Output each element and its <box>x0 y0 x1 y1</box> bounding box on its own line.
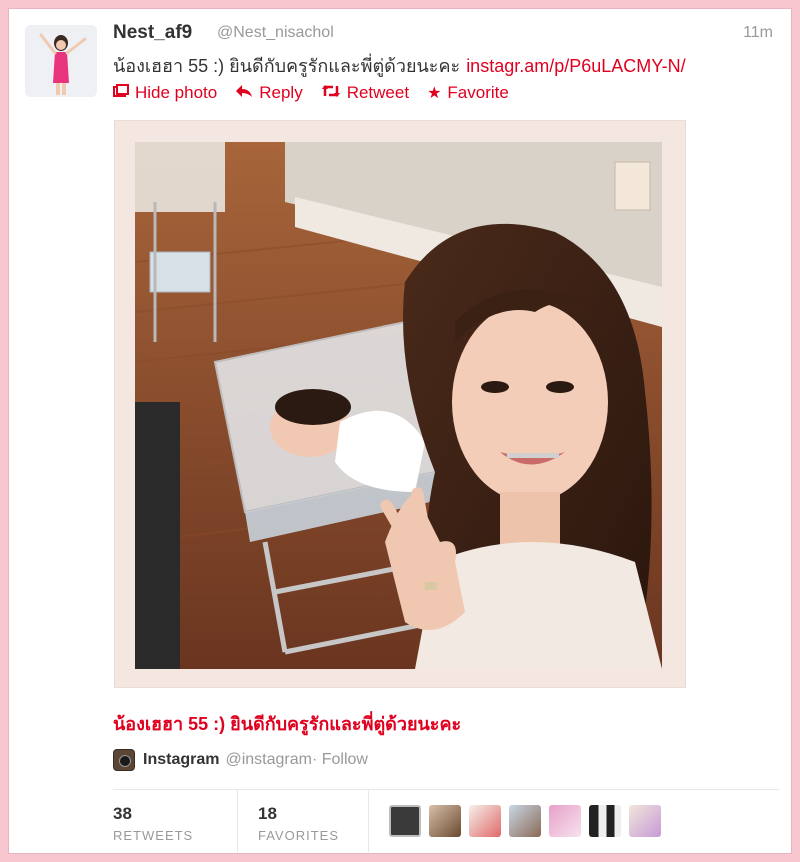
reply-arrow-icon <box>235 84 253 103</box>
reply-label: Reply <box>259 83 303 102</box>
favoriter-avatar[interactable] <box>509 805 541 837</box>
tweet-photo[interactable] <box>135 142 662 669</box>
favorites-count: 18 <box>258 804 277 823</box>
timestamp[interactable]: 11m <box>743 24 773 42</box>
tweet-stats: 38 RETWEETS 18 FAVORITES <box>113 789 779 852</box>
tweet-actions: Hide photo Reply Retweet ★ Favorite <box>113 83 527 103</box>
favoriter-avatar[interactable] <box>429 805 461 837</box>
instagram-icon <box>113 749 135 771</box>
user-handle[interactable]: @Nest_nisachol <box>217 24 334 42</box>
photo-frame <box>114 120 686 688</box>
retweet-icon <box>321 84 341 103</box>
favorites-label: FAVORITES <box>258 828 339 843</box>
media-attribution: Instagram @instagram · Follow <box>113 749 368 771</box>
favoriter-avatar[interactable] <box>549 805 581 837</box>
tweet-body: น้องเฮฮา 55 :) ยินดีกับครูรักและพี่ตู่ด้… <box>113 56 461 76</box>
star-icon: ★ <box>427 85 442 102</box>
tweet-card: Nest_af9 @Nest_nisachol 11m น้องเฮฮา 55 … <box>8 8 792 854</box>
retweets-label: RETWEETS <box>113 828 194 843</box>
user-avatar[interactable] <box>25 25 97 97</box>
favorites-stat[interactable]: 18 FAVORITES <box>238 790 369 852</box>
favoriter-avatar[interactable] <box>469 805 501 837</box>
photo-icon <box>113 83 129 103</box>
hide-photo-button[interactable]: Hide photo <box>113 83 217 103</box>
instagram-name[interactable]: Instagram <box>143 751 219 769</box>
retweets-count: 38 <box>113 804 132 823</box>
favoriter-avatar[interactable] <box>389 805 421 837</box>
hide-photo-label: Hide photo <box>135 83 218 102</box>
photo-caption: น้องเฮฮา 55 :) ยินดีกับครูรักและพี่ตู่ด้… <box>113 714 462 734</box>
retweets-stat[interactable]: 38 RETWEETS <box>113 790 238 852</box>
retweet-button[interactable]: Retweet <box>321 83 409 103</box>
tweet-text: น้องเฮฮา 55 :) ยินดีกับครูรักและพี่ตู่ด้… <box>113 51 686 80</box>
favorite-button[interactable]: ★ Favorite <box>427 83 509 103</box>
display-name[interactable]: Nest_af9 <box>113 22 192 44</box>
instagram-handle[interactable]: @instagram <box>225 751 312 769</box>
retweet-label: Retweet <box>346 83 410 102</box>
favoriter-avatar[interactable] <box>629 805 661 837</box>
favoriter-avatars <box>369 790 661 852</box>
reply-button[interactable]: Reply <box>235 83 303 103</box>
tweet-link[interactable]: instagr.am/p/P6uLACMY-N/ <box>466 56 685 76</box>
favorite-label: Favorite <box>447 83 509 102</box>
follow-link[interactable]: · Follow <box>312 751 368 769</box>
favoriter-avatar[interactable] <box>589 805 621 837</box>
